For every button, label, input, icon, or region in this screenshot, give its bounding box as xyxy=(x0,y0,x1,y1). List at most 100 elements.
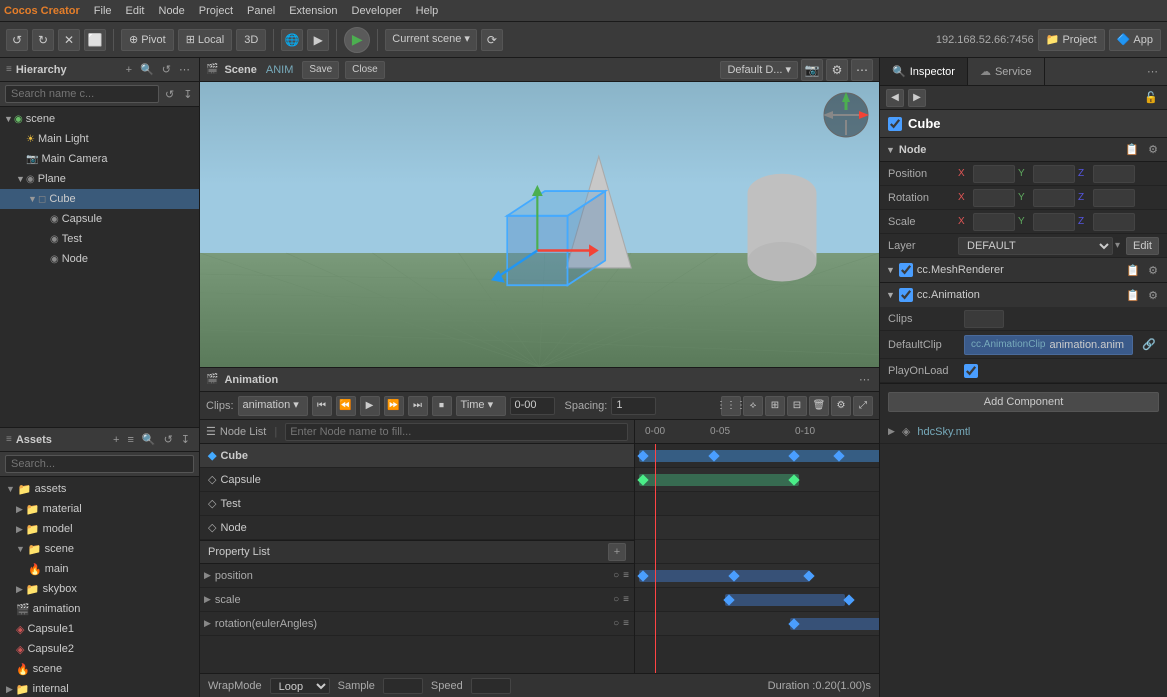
tab-service[interactable]: ☁ Service xyxy=(968,58,1045,85)
assets-add-btn[interactable]: + xyxy=(110,432,122,447)
anim-key-btn[interactable]: ⟡ xyxy=(743,396,763,416)
asset-item-capsule2[interactable]: ◈ Capsule2 xyxy=(0,639,199,659)
anim-save-btn[interactable]: Save xyxy=(302,61,339,79)
tree-item-test[interactable]: ◉ Test xyxy=(0,229,199,249)
clip-ref-link-btn[interactable]: 🔗 xyxy=(1139,337,1159,352)
local-button[interactable]: ⊞ Local xyxy=(178,29,233,51)
globe2-button[interactable]: ▶ xyxy=(307,29,329,51)
rot-z-input[interactable]: 0 xyxy=(1093,189,1135,207)
anim-copy-btn[interactable]: ⊞ xyxy=(765,396,785,416)
default-display-btn[interactable]: Default D... ▾ xyxy=(720,61,798,79)
sample-input[interactable]: 60 xyxy=(383,678,423,694)
time-display[interactable]: 0-00 xyxy=(510,397,555,415)
scale-d2[interactable] xyxy=(843,594,854,605)
pos-z-input[interactable]: 0 xyxy=(1093,165,1135,183)
app-button[interactable]: 🔷 App xyxy=(1109,29,1161,51)
track-cube[interactable] xyxy=(635,444,879,468)
assets-search-btn2[interactable]: 🔍 xyxy=(139,432,159,447)
lock-btn[interactable]: 🔓 xyxy=(1141,90,1161,105)
tree-item-mainlight[interactable]: ☀ Main Light xyxy=(0,129,199,149)
asset-item-scene-file[interactable]: 🔥 scene xyxy=(0,659,199,679)
clip-selector[interactable]: animation ▾ xyxy=(238,396,308,416)
inspector-lock-btn[interactable]: 🔓 xyxy=(1141,90,1161,105)
clip-ref[interactable]: cc.AnimationClip animation.anim xyxy=(964,335,1133,355)
menu-extension[interactable]: Extension xyxy=(283,0,343,21)
menu-node[interactable]: Node xyxy=(153,0,191,21)
time-selector[interactable]: Time ▾ xyxy=(456,396,506,416)
asset-item-capsule1[interactable]: ◈ Capsule1 xyxy=(0,619,199,639)
asset-item-assets[interactable]: ▼ 📁 assets xyxy=(0,479,199,499)
rot-list-btn[interactable]: ≡ xyxy=(622,617,630,630)
hierarchy-sort-btn[interactable]: ↧ xyxy=(180,87,195,102)
mesh-settings-btn[interactable]: ⚙ xyxy=(1145,263,1161,278)
asset-item-model[interactable]: ▶ 📁 model xyxy=(0,519,199,539)
track-rotation[interactable] xyxy=(635,612,879,636)
scene-more-btn[interactable]: ⋯ xyxy=(851,59,873,81)
anim-play-btn[interactable]: ▶ xyxy=(360,396,380,416)
wrap-mode-select[interactable]: Loop xyxy=(270,678,330,694)
pos-list-btn[interactable]: ≡ xyxy=(622,569,630,582)
redo-button[interactable]: ↻ xyxy=(32,29,54,51)
nav-forward-btn[interactable]: ▶ xyxy=(908,89,926,107)
hierarchy-add-btn[interactable]: + xyxy=(123,62,135,77)
scale-y-input[interactable]: 1 xyxy=(1033,213,1075,231)
globe-button[interactable]: 🌐 xyxy=(281,29,303,51)
node-enabled-check[interactable] xyxy=(888,117,902,131)
scale-circle-btn[interactable]: ○ xyxy=(612,593,620,606)
inspector-tab-more[interactable]: ⋯ xyxy=(1144,64,1167,79)
anim-node-capsule[interactable]: ◇ Capsule xyxy=(200,468,634,492)
tree-item-cube[interactable]: ▼ ◻ Cube xyxy=(0,189,199,209)
assets-sort-btn[interactable]: ↧ xyxy=(178,432,193,447)
nav-back-btn[interactable]: ◀ xyxy=(886,89,904,107)
spacing-input[interactable]: 1 xyxy=(611,397,656,415)
layer-select[interactable]: DEFAULT xyxy=(958,237,1113,255)
mesh-copy-btn[interactable]: 📋 xyxy=(1123,263,1143,278)
refresh-button[interactable]: ⟳ xyxy=(481,29,503,51)
speed-input[interactable]: 0.2 xyxy=(471,678,511,694)
tree-item-plane[interactable]: ▼ ◉ Plane xyxy=(0,169,199,189)
anim-expand-btn[interactable]: ⤢ xyxy=(853,396,873,416)
rot-x-input[interactable]: 0 xyxy=(973,189,1015,207)
node-name-input[interactable] xyxy=(285,423,628,441)
playhead[interactable] xyxy=(655,444,656,673)
anim-start-btn[interactable]: ⏮ xyxy=(312,396,332,416)
tree-item-node[interactable]: ◉ Node xyxy=(0,249,199,269)
hierarchy-refresh-btn[interactable]: ↺ xyxy=(159,62,174,77)
mesh-renderer-check[interactable] xyxy=(899,263,913,277)
asset-item-material[interactable]: ▶ 📁 material xyxy=(0,499,199,519)
track-test[interactable] xyxy=(635,492,879,516)
anim-delete-btn[interactable]: 🗑 xyxy=(809,396,829,416)
anim-prev-btn[interactable]: ⏪ xyxy=(336,396,356,416)
camera-view-btn[interactable]: 📷 xyxy=(801,59,823,81)
anim-end-btn[interactable]: ⏭ xyxy=(408,396,428,416)
menu-panel[interactable]: Panel xyxy=(241,0,281,21)
scale-x-input[interactable]: 1 xyxy=(973,213,1015,231)
node-copy-btn[interactable]: 📋 xyxy=(1122,142,1142,157)
anim-icon-btn[interactable]: ANIM xyxy=(263,63,297,77)
menu-edit[interactable]: Edit xyxy=(120,0,151,21)
track-node[interactable] xyxy=(635,516,879,540)
anim-stop-btn[interactable]: ⏹ xyxy=(432,396,452,416)
tree-item-scene[interactable]: ▼ ◉ scene xyxy=(0,109,199,129)
clips-count-input[interactable]: 1 xyxy=(964,310,1004,328)
tab-inspector[interactable]: 🔍 Inspector xyxy=(880,58,968,85)
scale-list-btn[interactable]: ≡ xyxy=(622,593,630,606)
scene-selector[interactable]: Current scene ▾ xyxy=(385,29,477,51)
asset-item-main[interactable]: 🔥 main xyxy=(0,559,199,579)
menu-help[interactable]: Help xyxy=(410,0,445,21)
anim-comp-header[interactable]: ▼ cc.Animation 📋 ⚙ xyxy=(880,283,1167,307)
anim-next-btn[interactable]: ⏩ xyxy=(384,396,404,416)
anim-node-node[interactable]: ◇ Node xyxy=(200,516,634,540)
anim-close-btn[interactable]: Close xyxy=(345,61,385,79)
scene-settings-btn[interactable]: ⚙ xyxy=(826,59,848,81)
hierarchy-filter-btn[interactable]: ↺ xyxy=(162,87,177,102)
menu-developer[interactable]: Developer xyxy=(346,0,408,21)
layer-edit-btn[interactable]: Edit xyxy=(1126,237,1159,255)
playonload-check[interactable] xyxy=(964,364,978,378)
3d-button[interactable]: 3D xyxy=(236,29,266,51)
add-component-btn[interactable]: Add Component xyxy=(888,392,1159,412)
hierarchy-search-btn[interactable]: 🔍 xyxy=(137,62,157,77)
track-scale[interactable] xyxy=(635,588,879,612)
anim-paste-btn[interactable]: ⊟ xyxy=(787,396,807,416)
menu-file[interactable]: File xyxy=(88,0,118,21)
